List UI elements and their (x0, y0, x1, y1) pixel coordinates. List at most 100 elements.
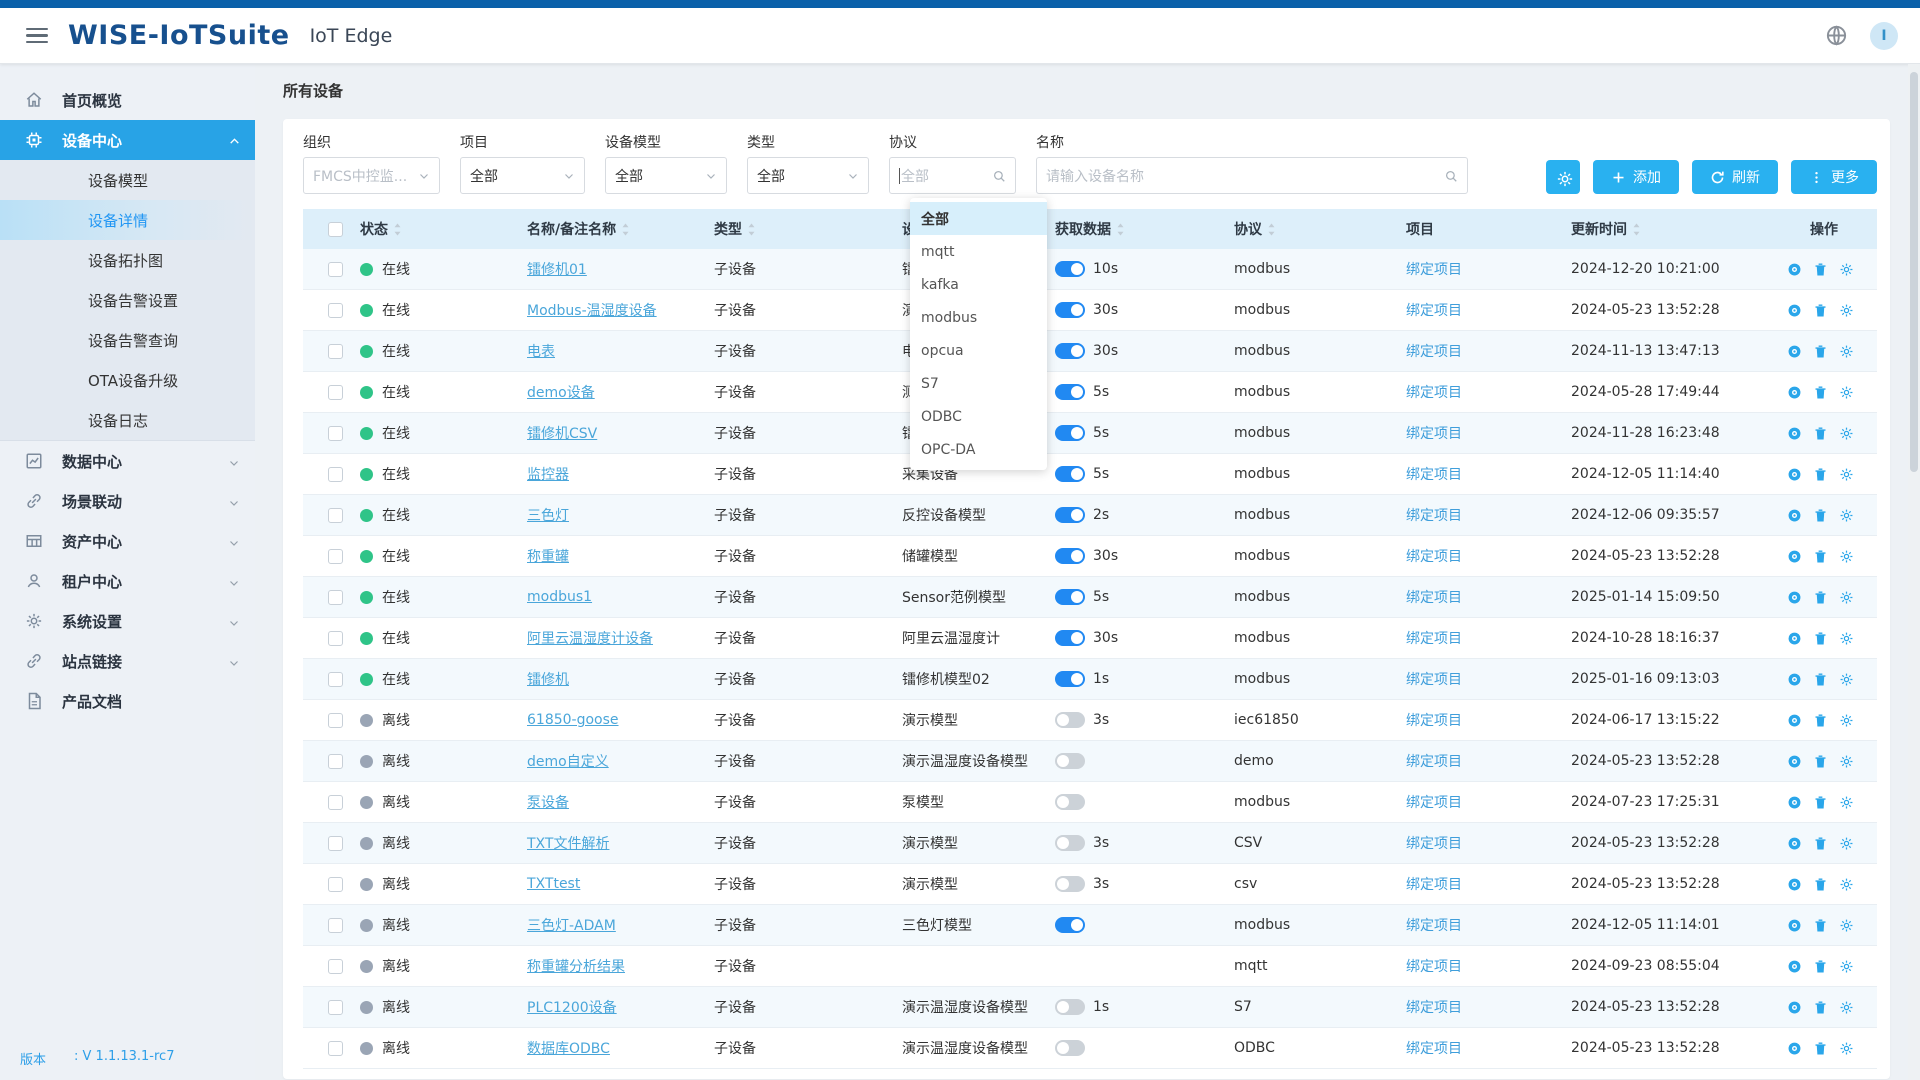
get-data-toggle[interactable] (1055, 384, 1085, 400)
device-name-link[interactable]: 称重罐分析结果 (527, 959, 625, 975)
bind-project-link[interactable]: 绑定项目 (1406, 1000, 1462, 1016)
get-data-toggle[interactable] (1055, 753, 1085, 769)
settings-icon[interactable] (1839, 303, 1854, 318)
row-checkbox[interactable] (328, 836, 343, 851)
column-header[interactable]: 类型 (714, 219, 902, 239)
sort-icon[interactable] (393, 222, 402, 237)
row-checkbox[interactable] (328, 877, 343, 892)
view-icon[interactable] (1787, 959, 1802, 974)
view-icon[interactable] (1787, 385, 1802, 400)
table-settings-button[interactable] (1546, 160, 1580, 194)
bind-project-link[interactable]: 绑定项目 (1406, 631, 1462, 647)
view-icon[interactable] (1787, 467, 1802, 482)
row-checkbox[interactable] (328, 795, 343, 810)
device-name-link[interactable]: 三色灯-ADAM (527, 918, 616, 934)
settings-icon[interactable] (1839, 631, 1854, 646)
settings-icon[interactable] (1839, 672, 1854, 687)
view-icon[interactable] (1787, 1041, 1802, 1056)
delete-icon[interactable] (1813, 590, 1828, 605)
get-data-toggle[interactable] (1055, 876, 1085, 892)
bind-project-link[interactable]: 绑定项目 (1406, 672, 1462, 688)
sort-icon[interactable] (747, 222, 756, 237)
delete-icon[interactable] (1813, 467, 1828, 482)
search-input[interactable]: 请输入设备名称 (1036, 157, 1468, 194)
delete-icon[interactable] (1813, 1000, 1828, 1015)
sidebar-subitem[interactable]: 设备日志 (0, 400, 255, 440)
get-data-toggle[interactable] (1055, 425, 1085, 441)
row-checkbox[interactable] (328, 426, 343, 441)
bind-project-link[interactable]: 绑定项目 (1406, 918, 1462, 934)
view-icon[interactable] (1787, 590, 1802, 605)
sidebar-subitem[interactable]: 设备详情 (0, 200, 255, 240)
settings-icon[interactable] (1839, 836, 1854, 851)
device-name-link[interactable]: 镭修机01 (527, 262, 587, 278)
settings-icon[interactable] (1839, 508, 1854, 523)
bind-project-link[interactable]: 绑定项目 (1406, 262, 1462, 278)
get-data-toggle[interactable] (1055, 630, 1085, 646)
sidebar-subitem[interactable]: 设备模型 (0, 160, 255, 200)
delete-icon[interactable] (1813, 508, 1828, 523)
delete-icon[interactable] (1813, 303, 1828, 318)
get-data-toggle[interactable] (1055, 671, 1085, 687)
sidebar-subitem[interactable]: 设备告警设置 (0, 280, 255, 320)
column-header[interactable]: 获取数据 (1055, 219, 1234, 239)
device-name-link[interactable]: modbus1 (527, 589, 592, 605)
sort-icon[interactable] (1632, 222, 1641, 237)
row-checkbox[interactable] (328, 344, 343, 359)
dropdown-option[interactable]: kafka (910, 268, 1047, 301)
settings-icon[interactable] (1839, 1000, 1854, 1015)
dropdown-option[interactable]: mqtt (910, 235, 1047, 268)
view-icon[interactable] (1787, 508, 1802, 523)
sidebar-item-6[interactable]: 系统设置 (0, 601, 255, 641)
row-checkbox[interactable] (328, 754, 343, 769)
avatar[interactable]: I (1870, 22, 1898, 50)
settings-icon[interactable] (1839, 754, 1854, 769)
device-name-link[interactable]: TXTtest (527, 876, 580, 892)
delete-icon[interactable] (1813, 549, 1828, 564)
device-name-link[interactable]: 三色灯 (527, 508, 569, 524)
filter-select[interactable]: FMCS中控监... (303, 157, 440, 194)
get-data-toggle[interactable] (1055, 589, 1085, 605)
view-icon[interactable] (1787, 918, 1802, 933)
bind-project-link[interactable]: 绑定项目 (1406, 713, 1462, 729)
row-checkbox[interactable] (328, 303, 343, 318)
settings-icon[interactable] (1839, 590, 1854, 605)
bind-project-link[interactable]: 绑定项目 (1406, 754, 1462, 770)
view-icon[interactable] (1787, 262, 1802, 277)
device-name-link[interactable]: TXT文件解析 (527, 836, 609, 852)
sidebar-item-3[interactable]: 场景联动 (0, 481, 255, 521)
row-checkbox[interactable] (328, 590, 343, 605)
column-header[interactable]: 名称/备注名称 (527, 219, 714, 239)
settings-icon[interactable] (1839, 344, 1854, 359)
row-checkbox[interactable] (328, 631, 343, 646)
vertical-scrollbar[interactable] (1908, 64, 1920, 1080)
device-name-link[interactable]: 镭修机 (527, 672, 569, 688)
get-data-toggle[interactable] (1055, 1040, 1085, 1056)
get-data-toggle[interactable] (1055, 548, 1085, 564)
view-icon[interactable] (1787, 877, 1802, 892)
delete-icon[interactable] (1813, 262, 1828, 277)
bind-project-link[interactable]: 绑定项目 (1406, 344, 1462, 360)
delete-icon[interactable] (1813, 754, 1828, 769)
bind-project-link[interactable]: 绑定项目 (1406, 836, 1462, 852)
device-name-link[interactable]: Modbus-温湿度设备 (527, 303, 657, 319)
view-icon[interactable] (1787, 426, 1802, 441)
device-name-link[interactable]: demo设备 (527, 385, 595, 401)
row-checkbox[interactable] (328, 918, 343, 933)
settings-icon[interactable] (1839, 877, 1854, 892)
refresh-button[interactable]: 刷新 (1692, 160, 1778, 194)
get-data-toggle[interactable] (1055, 343, 1085, 359)
scrollbar-thumb[interactable] (1910, 72, 1918, 472)
settings-icon[interactable] (1839, 262, 1854, 277)
bind-project-link[interactable]: 绑定项目 (1406, 426, 1462, 442)
row-checkbox[interactable] (328, 713, 343, 728)
row-checkbox[interactable] (328, 1000, 343, 1015)
sidebar-item-0[interactable]: 首页概览 (0, 80, 255, 120)
get-data-toggle[interactable] (1055, 302, 1085, 318)
row-checkbox[interactable] (328, 385, 343, 400)
bind-project-link[interactable]: 绑定项目 (1406, 467, 1462, 483)
row-checkbox[interactable] (328, 508, 343, 523)
device-name-link[interactable]: 监控器 (527, 467, 569, 483)
bind-project-link[interactable]: 绑定项目 (1406, 1041, 1462, 1057)
view-icon[interactable] (1787, 549, 1802, 564)
